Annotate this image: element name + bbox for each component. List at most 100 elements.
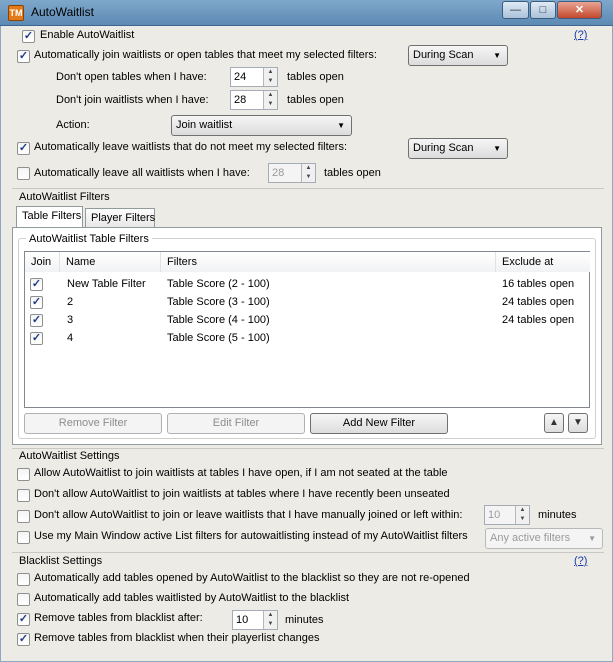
spin-down-icon[interactable]: ▼ — [264, 620, 277, 629]
action-label: Action: — [56, 119, 90, 131]
spin-down-icon[interactable]: ▼ — [264, 100, 277, 109]
column-header-join[interactable]: Join — [25, 252, 60, 272]
remove-changes-checkbox[interactable]: ✓ — [17, 633, 30, 646]
spinner-arrows[interactable]: ▲ ▼ — [263, 68, 277, 86]
dont-join-spinner[interactable]: 28 ▲ ▼ — [230, 90, 278, 110]
use-main-window-value: Any active filters — [490, 532, 571, 544]
allow-join-open-label: Allow AutoWaitlist to join waitlists at … — [34, 467, 448, 479]
remove-changes-label: Remove tables from blacklist when their … — [34, 632, 320, 644]
dont-open-value: 24 — [234, 71, 247, 83]
remove-after-spinner[interactable]: 10 ▲ ▼ — [232, 610, 278, 630]
row-filters: Table Score (2 - 100) — [167, 278, 270, 290]
spin-up-icon[interactable]: ▲ — [264, 68, 277, 77]
spin-down-icon[interactable]: ▼ — [264, 77, 277, 86]
remove-after-label: Remove tables from blacklist after: — [34, 612, 203, 624]
section-divider — [12, 552, 604, 553]
action-value: Join waitlist — [176, 119, 233, 131]
row-join-checkbox[interactable]: ✓ — [30, 332, 43, 345]
auto-join-timing-value: During Scan — [413, 49, 474, 61]
add-opened-checkbox[interactable] — [17, 573, 30, 586]
dont-join-label: Don't join waitlists when I have: — [56, 94, 209, 106]
enable-autowaitlist-checkbox[interactable]: ✓ — [22, 30, 35, 43]
dont-allow-manual-label: Don't allow AutoWaitlist to join or leav… — [34, 509, 463, 521]
row-filters: Table Score (4 - 100) — [167, 314, 270, 326]
title-bar: TM AutoWaitlist — □ ✕ — [0, 0, 613, 26]
spin-up-icon[interactable]: ▲ — [516, 506, 529, 515]
auto-leave-all-spinner[interactable]: 28 ▲ ▼ — [268, 163, 316, 183]
help-link-blacklist[interactable]: (?) — [574, 555, 587, 567]
row-exclude: 24 tables open — [502, 314, 575, 326]
close-button[interactable]: ✕ — [557, 1, 602, 19]
row-exclude: 24 tables open — [502, 296, 575, 308]
spinner-arrows[interactable]: ▲ ▼ — [301, 164, 315, 182]
row-name: 4 — [67, 332, 74, 344]
remove-after-suffix: minutes — [285, 614, 324, 626]
edit-filter-button[interactable]: Edit Filter — [167, 413, 305, 434]
dont-allow-unseated-checkbox[interactable] — [17, 489, 30, 502]
auto-join-label: Automatically join waitlists or open tab… — [34, 49, 377, 61]
use-main-window-checkbox[interactable] — [17, 531, 30, 544]
spinner-arrows[interactable]: ▲ ▼ — [515, 506, 529, 524]
column-header-exclude[interactable]: Exclude at — [496, 252, 590, 272]
dont-join-suffix: tables open — [287, 94, 344, 106]
remove-after-checkbox[interactable]: ✓ — [17, 613, 30, 626]
minimize-button[interactable]: — — [502, 1, 529, 19]
dont-allow-manual-spinner[interactable]: 10 ▲ ▼ — [484, 505, 530, 525]
dont-open-label: Don't open tables when I have: — [56, 71, 207, 83]
enable-autowaitlist-label: Enable AutoWaitlist — [40, 29, 135, 41]
spin-down-icon[interactable]: ▼ — [516, 515, 529, 524]
row-exclude: 16 tables open — [502, 278, 575, 290]
spin-up-icon[interactable]: ▲ — [302, 164, 315, 173]
settings-section-title: AutoWaitlist Settings — [19, 450, 120, 462]
dont-allow-unseated-label: Don't allow AutoWaitlist to join waitlis… — [34, 488, 450, 500]
auto-leave-all-checkbox[interactable] — [17, 167, 30, 180]
dont-open-spinner[interactable]: 24 ▲ ▼ — [230, 67, 278, 87]
blacklist-section-title: Blacklist Settings — [19, 555, 103, 567]
row-join-checkbox[interactable]: ✓ — [30, 278, 43, 291]
table-row[interactable]: ✓ 2 Table Score (3 - 100) 24 tables open — [25, 294, 589, 312]
table-row[interactable]: ✓ New Table Filter Table Score (2 - 100)… — [25, 276, 589, 294]
row-join-checkbox[interactable]: ✓ — [30, 296, 43, 309]
use-main-window-label: Use my Main Window active List filters f… — [34, 530, 468, 542]
table-filters-group-title: AutoWaitlist Table Filters — [26, 233, 152, 245]
spin-up-icon[interactable]: ▲ — [264, 611, 277, 620]
remove-filter-button[interactable]: Remove Filter — [24, 413, 162, 434]
spin-down-icon[interactable]: ▼ — [302, 173, 315, 182]
remove-after-value: 10 — [236, 614, 249, 626]
column-header-name[interactable]: Name — [60, 252, 161, 272]
section-divider — [12, 448, 604, 449]
filters-section-title: AutoWaitlist Filters — [19, 191, 110, 203]
auto-leave-all-label: Automatically leave all waitlists when I… — [34, 167, 250, 179]
auto-leave-checkbox[interactable]: ✓ — [17, 142, 30, 155]
spin-up-icon[interactable]: ▲ — [264, 91, 277, 100]
chevron-down-icon: ▼ — [493, 144, 501, 153]
row-join-checkbox[interactable]: ✓ — [30, 314, 43, 327]
add-waitlisted-checkbox[interactable] — [17, 593, 30, 606]
auto-join-checkbox[interactable]: ✓ — [17, 50, 30, 63]
allow-join-open-checkbox[interactable] — [17, 468, 30, 481]
spinner-arrows[interactable]: ▲ ▼ — [263, 611, 277, 629]
dont-allow-manual-suffix: minutes — [538, 509, 577, 521]
auto-join-timing-dropdown[interactable]: During Scan ▼ — [408, 45, 508, 66]
dont-allow-manual-checkbox[interactable] — [17, 510, 30, 523]
add-opened-label: Automatically add tables opened by AutoW… — [34, 572, 470, 584]
chevron-down-icon: ▼ — [337, 121, 345, 130]
dont-join-value: 28 — [234, 94, 247, 106]
tab-player-filters[interactable]: Player Filters — [85, 208, 155, 228]
row-name: 3 — [67, 314, 74, 326]
app-icon: TM — [8, 5, 24, 21]
column-header-filters[interactable]: Filters — [161, 252, 496, 272]
move-up-arrow-icon[interactable]: ▲ — [544, 413, 564, 433]
table-row[interactable]: ✓ 3 Table Score (4 - 100) 24 tables open — [25, 312, 589, 330]
help-link-general[interactable]: (?) — [574, 29, 587, 41]
table-row[interactable]: ✓ 4 Table Score (5 - 100) — [25, 330, 589, 348]
add-new-filter-button[interactable]: Add New Filter — [310, 413, 448, 434]
spinner-arrows[interactable]: ▲ ▼ — [263, 91, 277, 109]
auto-leave-timing-dropdown[interactable]: During Scan ▼ — [408, 138, 508, 159]
maximize-button[interactable]: □ — [530, 1, 556, 19]
action-dropdown[interactable]: Join waitlist ▼ — [171, 115, 352, 136]
use-main-window-dropdown[interactable]: Any active filters ▼ — [485, 528, 603, 549]
move-down-arrow-icon[interactable]: ▼ — [568, 413, 588, 433]
tab-table-filters[interactable]: Table Filters — [16, 206, 83, 228]
row-filters: Table Score (5 - 100) — [167, 332, 270, 344]
